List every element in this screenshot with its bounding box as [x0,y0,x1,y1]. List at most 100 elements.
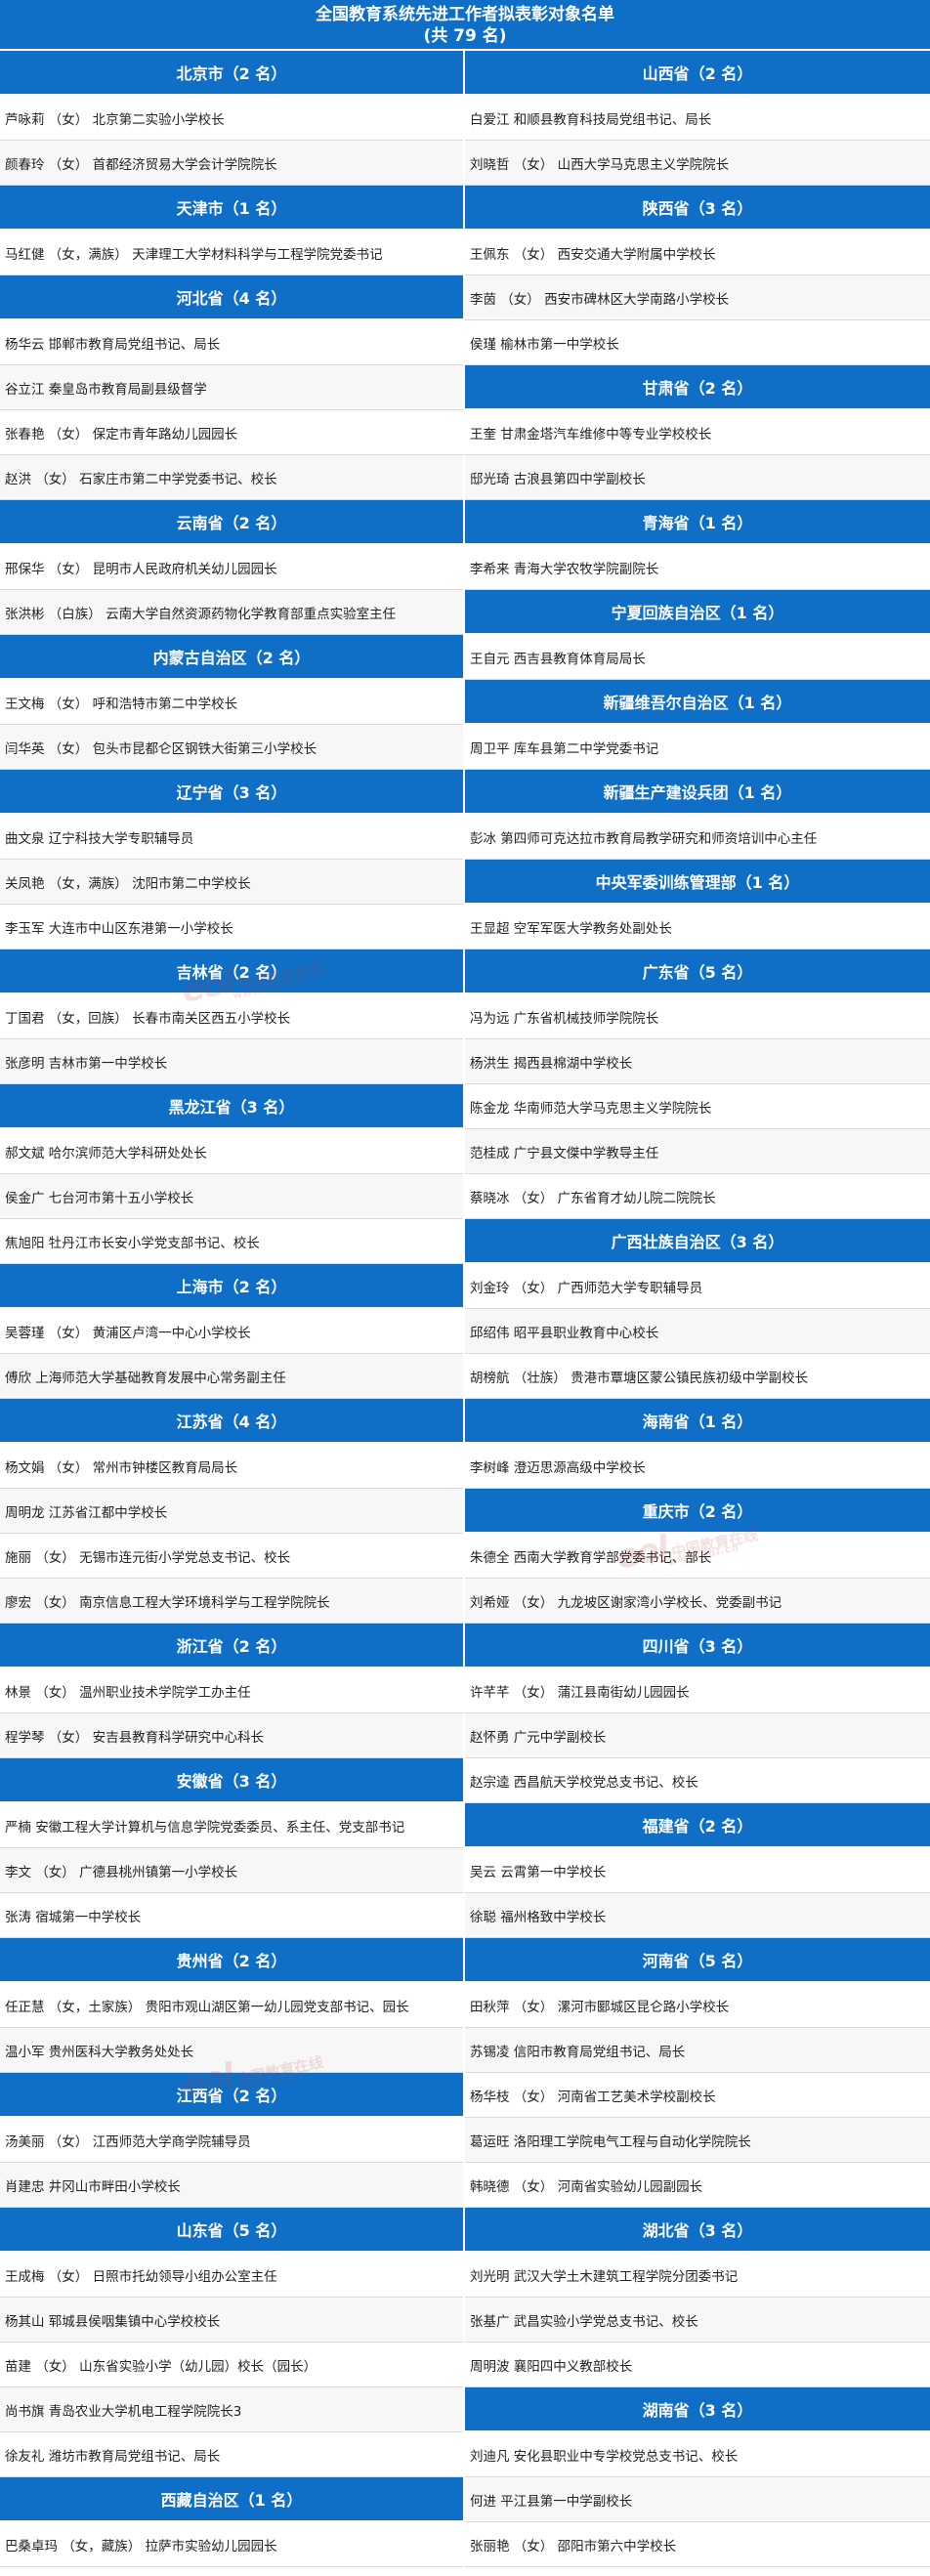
province-header: 河北省（4 名） [0,275,463,320]
person-row: 陈金龙 华南师范大学马克思主义学院院长 [465,1084,930,1129]
person-row: 邸光琦 古浪县第四中学副校长 [465,455,930,500]
person-row: 赵洪 （女） 石家庄市第二中学党委书记、校长 [0,455,463,500]
person-row: 徐聪 福州格致中学校长 [465,1893,930,1938]
province-header: 宁夏回族自治区（1 名） [465,590,930,635]
person-row: 李茵 （女） 西安市碑林区大学南路小学校长 [465,275,930,320]
person-row: 刘晓哲 （女） 山西大学马克思主义学院院长 [465,141,930,186]
province-header: 山东省（5 名） [0,2208,463,2253]
person-row: 彭冰 第四师可克达拉市教育局教学研究和师资培训中心主任 [465,815,930,860]
person-row: 许芊芊 （女） 蒲江县南街幼儿园园长 [465,1668,930,1713]
person-row: 侯金广 七台河市第十五小学校长 [0,1174,463,1219]
person-row: 何进 平江县第一中学副校长 [465,2477,930,2522]
document-subtitle: (共 79 名) [423,26,507,46]
province-header: 黑龙江省（3 名） [0,1084,463,1129]
province-header: 四川省（3 名） [465,1624,930,1668]
document-title: 全国教育系统先进工作者拟表彰对象名单 [316,5,614,24]
person-row: 杨华云 邯郸市教育局党组书记、局长 [0,320,463,365]
province-header: 北京市（2 名） [0,51,463,96]
person-row: 任正慧 （女，土家族） 贵阳市观山湖区第一幼儿园党支部书记、园长 [0,1983,463,2028]
person-row: 王自元 西吉县教育体育局局长 [465,635,930,680]
province-header: 福建省（2 名） [465,1803,930,1848]
person-row: 韩晓德 （女） 河南省实验幼儿园副园长 [465,2163,930,2208]
person-row: 苗建 （女） 山东省实验小学（幼儿园）校长（园长） [0,2343,463,2387]
person-row: 葛运旺 洛阳理工学院电气工程与自动化学院院长 [465,2118,930,2163]
person-row: 李文 （女） 广德县桃州镇第一小学校长 [0,1848,463,1893]
person-row: 郝文斌 哈尔滨师范大学科研处处长 [0,1129,463,1174]
province-header: 青海省（1 名） [465,500,930,545]
province-header: 辽宁省（3 名） [0,770,463,815]
person-row: 刘金玲 （女） 广西师范大学专职辅导员 [465,1264,930,1309]
person-row: 周明波 襄阳四中义教部校长 [465,2343,930,2387]
person-row: 范桂成 广宁县文傑中学教导主任 [465,1129,930,1174]
person-row: 施丽 （女） 无锡市连元街小学党总支书记、校长 [0,1534,463,1579]
person-row: 邢保华 （女） 昆明市人民政府机关幼儿园园长 [0,545,463,590]
person-row: 蔡晓冰 （女） 广东省育才幼儿院二院院长 [465,1174,930,1219]
person-row: 王成梅 （女） 日照市托幼领导小组办公室主任 [0,2253,463,2298]
person-row: 吴蓉瑾 （女） 黄浦区卢湾一中心小学校长 [0,1309,463,1354]
person-row: 吴云 云霄第一中学校长 [465,1848,930,1893]
person-row: 李希来 青海大学农牧学院副院长 [465,545,930,590]
person-row: 周明龙 江苏省江都中学校长 [0,1489,463,1534]
person-row: 马红健 （女，满族） 天津理工大学材料科学与工程学院党委书记 [0,231,463,275]
person-row: 赵宗逵 西昌航天学校党总支书记、校长 [465,1758,930,1803]
person-row: 李玉军 大连市中山区东港第一小学校长 [0,905,463,950]
person-row: 李树峰 澄迈思源高级中学校长 [465,1444,930,1489]
person-row: 廖宏 （女） 南京信息工程大学环境科学与工程学院院长 [0,1579,463,1624]
person-row: 谷立江 秦皇岛市教育局副县级督学 [0,365,463,410]
province-header: 广西壮族自治区（3 名） [465,1219,930,1264]
person-row: 傅欣 上海师范大学基础教育发展中心常务副主任 [0,1354,463,1399]
province-header: 江西省（2 名） [0,2073,463,2118]
person-row: 芦咏莉 （女） 北京第二实验小学校长 [0,96,463,141]
person-row: 刘希娅 （女） 九龙坡区谢家湾小学校长、党委副书记 [465,1579,930,1624]
person-row: 王奎 甘肃金塔汽车维修中等专业学校校长 [465,410,930,455]
person-row: 王显超 空军军医大学教务处副处长 [465,905,930,950]
person-row: 汤美丽 （女） 江西师范大学商学院辅导员 [0,2118,463,2163]
person-row: 刘光明 武汉大学土木建筑工程学院分团委书记 [465,2253,930,2298]
person-row: 关凤艳 （女，满族） 沈阳市第二中学校长 [0,860,463,905]
province-header: 河南省（5 名） [465,1938,930,1983]
province-header: 湖北省（3 名） [465,2208,930,2253]
person-row: 张洪彬 （白族） 云南大学自然资源药物化学教育部重点实验室主任 [0,590,463,635]
person-row: 王文梅 （女） 呼和浩特市第二中学校长 [0,680,463,725]
person-row: 曲文泉 辽宁科技大学专职辅导员 [0,815,463,860]
province-header: 江苏省（4 名） [0,1399,463,1444]
person-row: 田秋萍 （女） 漯河市郾城区昆仑路小学校长 [465,1983,930,2028]
province-header: 新疆生产建设兵团（1 名） [465,770,930,815]
province-header: 广东省（5 名） [465,950,930,994]
person-row: 焦旭阳 牡丹江市长安小学党支部书记、校长 [0,1219,463,1264]
province-header: 浙江省（2 名） [0,1624,463,1668]
person-row: 张春艳 （女） 保定市青年路幼儿园园长 [0,410,463,455]
page: 全国教育系统先进工作者拟表彰对象名单 (共 79 名) 北京市（2 名） 芦咏莉 … [0,0,930,2576]
person-row: 刘迪凡 安化县职业中专学校党总支书记、校长 [465,2432,930,2477]
person-row: 温小军 贵州医科大学教务处处长 [0,2028,463,2073]
person-row: 程学琴 （女） 安吉县教育科学研究中心科长 [0,1713,463,1758]
province-header: 甘肃省（2 名） [465,365,930,410]
person-row: 白爱江 和顺县教育科技局党组书记、局长 [465,96,930,141]
province-header: 湖南省（3 名） [465,2387,930,2432]
person-row: 朱德全 西南大学教育学部党委书记、部长 [465,1534,930,1579]
person-row: 杨其山 郓城县侯咽集镇中心学校校长 [0,2298,463,2343]
person-row: 周卫平 库车县第二中学党委书记 [465,725,930,770]
province-header: 海南省（1 名） [465,1399,930,1444]
province-header: 天津市（1 名） [0,186,463,231]
province-header: 上海市（2 名） [0,1264,463,1309]
province-header: 西藏自治区（1 名） [0,2477,463,2522]
province-header: 中央军委训练管理部（1 名） [465,860,930,905]
person-row: 颜春玲 （女） 首都经济贸易大学会计学院院长 [0,141,463,186]
person-row: 张丽艳 （女） 邵阳市第六中学校长 [465,2522,930,2567]
person-row: 杨洪生 揭西县棉湖中学校长 [465,1039,930,1084]
province-header: 重庆市（2 名） [465,1489,930,1534]
person-row: 冯为远 广东省机械技师学院院长 [465,994,930,1039]
document-title-bar: 全国教育系统先进工作者拟表彰对象名单 (共 79 名) [0,0,930,51]
province-header: 陕西省（3 名） [465,186,930,231]
province-header: 吉林省（2 名） [0,950,463,994]
person-row: 杨华枝 （女） 河南省工艺美术学校副校长 [465,2073,930,2118]
person-row: 闫华英 （女） 包头市昆都仑区钢铁大街第三小学校长 [0,725,463,770]
province-header: 贵州省（2 名） [0,1938,463,1983]
person-row: 邱绍伟 昭平县职业教育中心校长 [465,1309,930,1354]
person-row: 张基广 武昌实验小学党总支书记、校长 [465,2298,930,2343]
person-row: 张彦明 吉林市第一中学校长 [0,1039,463,1084]
person-row: 王佩东 （女） 西安交通大学附属中学校长 [465,231,930,275]
province-header: 内蒙古自治区（2 名） [0,635,463,680]
person-row: 杨文娟 （女） 常州市钟楼区教育局局长 [0,1444,463,1489]
